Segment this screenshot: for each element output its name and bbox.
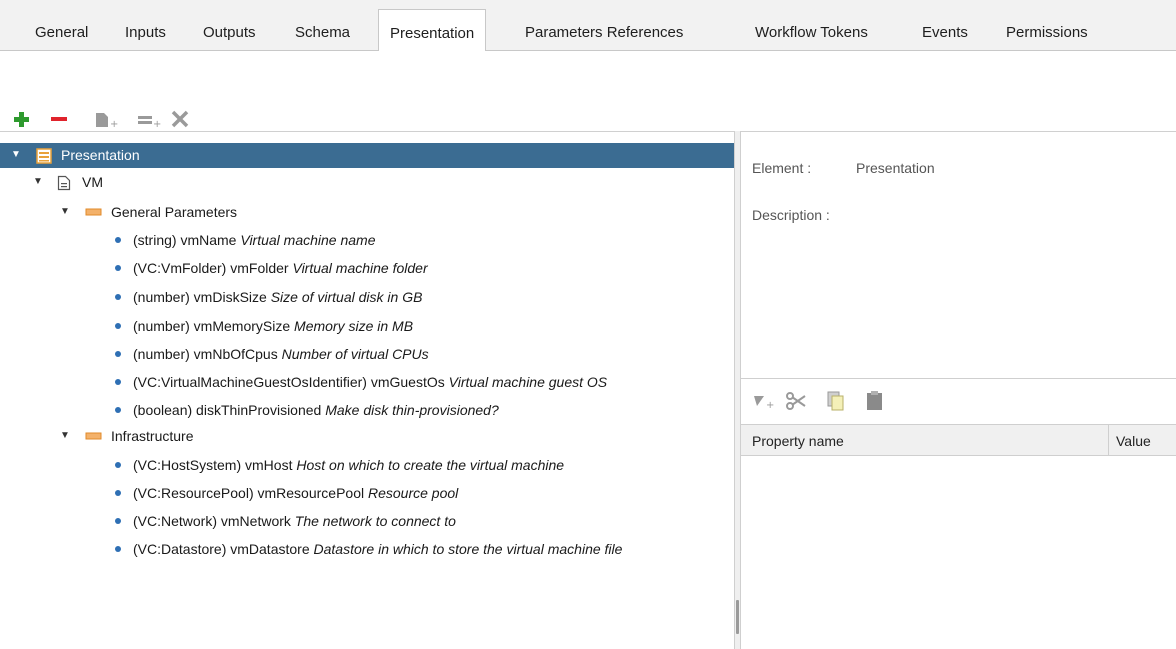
bullet-icon xyxy=(115,546,121,552)
tree-node-group[interactable]: ▼ Infrastructure xyxy=(0,424,734,449)
param-description: Datastore in which to store the virtual … xyxy=(313,541,623,557)
details-separator xyxy=(741,378,1176,379)
param-description: Host on which to create the virtual mach… xyxy=(296,457,565,473)
toolbar-separator xyxy=(0,131,1176,132)
bullet-icon xyxy=(115,518,121,524)
param-description: Virtual machine name xyxy=(240,232,376,248)
param-signature: (VC:VirtualMachineGuestOsIdentifier) vmG… xyxy=(133,374,445,390)
add-step-icon[interactable]: + xyxy=(93,110,119,128)
tree-node-label: General Parameters xyxy=(111,204,238,220)
tab-presentation[interactable]: Presentation xyxy=(378,9,487,51)
tab-schema[interactable]: Schema xyxy=(295,24,350,41)
tree-node-param[interactable]: (number) vmNbOfCpus Number of virtual CP… xyxy=(0,342,734,367)
expand-arrow-icon[interactable]: ▼ xyxy=(60,206,70,217)
param-description: The network to connect to xyxy=(294,513,456,529)
element-value: Presentation xyxy=(856,160,935,176)
group-icon xyxy=(85,432,102,440)
tab-outputs[interactable]: Outputs xyxy=(203,24,256,41)
tree-node-label: Infrastructure xyxy=(111,428,194,444)
param-description: Virtual machine guest OS xyxy=(448,374,608,390)
group-icon xyxy=(85,208,102,216)
param-signature: (string) vmName xyxy=(133,232,237,248)
tree-node-presentation[interactable]: ▼ Presentation xyxy=(0,143,734,168)
svg-text:+: + xyxy=(766,400,774,410)
splitter-grip[interactable] xyxy=(736,600,739,634)
tab-parameters-references[interactable]: Parameters References xyxy=(525,24,683,41)
element-label: Element : xyxy=(752,160,812,176)
param-signature: (VC:ResourcePool) vmResourcePool xyxy=(133,485,365,501)
bullet-icon xyxy=(115,379,121,385)
param-description: Make disk thin-provisioned? xyxy=(325,402,499,418)
tab-permissions[interactable]: Permissions xyxy=(1006,24,1088,41)
bullet-icon xyxy=(115,462,121,468)
tree-node-param[interactable]: (boolean) diskThinProvisioned Make disk … xyxy=(0,398,734,423)
tree-node-label: Presentation xyxy=(61,147,140,163)
copy-icon[interactable] xyxy=(826,390,846,412)
property-name-column[interactable]: Property name xyxy=(752,433,844,449)
cut-icon[interactable] xyxy=(785,391,807,411)
param-signature: (number) vmDiskSize xyxy=(133,289,267,305)
paste-icon[interactable] xyxy=(864,390,886,412)
param-description: Memory size in MB xyxy=(294,318,414,334)
tree-node-param[interactable]: (number) vmDiskSize Size of virtual disk… xyxy=(0,285,734,310)
tree-node-label: VM xyxy=(82,174,103,190)
pane-splitter[interactable] xyxy=(734,131,741,649)
bullet-icon xyxy=(115,294,121,300)
tree-node-param[interactable]: (VC:ResourcePool) vmResourcePool Resourc… xyxy=(0,481,734,506)
presentation-tree[interactable]: ▼ Presentation ▼ VM ▼ General Parameters… xyxy=(0,140,734,649)
column-divider[interactable] xyxy=(1108,424,1109,456)
param-description: Resource pool xyxy=(367,485,459,501)
bullet-icon xyxy=(115,407,121,413)
tab-general[interactable]: General xyxy=(35,24,88,41)
step-page-icon xyxy=(57,175,71,191)
svg-text:+: + xyxy=(110,119,118,128)
tab-inputs[interactable]: Inputs xyxy=(125,24,166,41)
tree-node-step[interactable]: ▼ VM xyxy=(0,170,734,195)
remove-icon[interactable] xyxy=(49,110,69,128)
tab-bar-divider xyxy=(0,50,1176,51)
bullet-icon xyxy=(115,351,121,357)
param-signature: (VC:VmFolder) vmFolder xyxy=(133,260,289,276)
svg-text:+: + xyxy=(153,119,161,128)
param-signature: (number) vmMemorySize xyxy=(133,318,291,334)
value-column[interactable]: Value xyxy=(1116,433,1151,449)
tab-events[interactable]: Events xyxy=(922,24,968,41)
delete-icon[interactable] xyxy=(170,109,190,129)
param-signature: (number) vmNbOfCpus xyxy=(133,346,278,362)
param-description: Number of virtual CPUs xyxy=(281,346,429,362)
presentation-icon xyxy=(36,148,52,164)
description-label: Description : xyxy=(752,207,830,223)
param-description: Size of virtual disk in GB xyxy=(270,289,423,305)
param-description: Virtual machine folder xyxy=(292,260,428,276)
expand-arrow-icon[interactable]: ▼ xyxy=(33,176,43,187)
add-icon[interactable] xyxy=(12,110,32,128)
bullet-icon xyxy=(115,323,121,329)
tab-workflow-tokens[interactable]: Workflow Tokens xyxy=(755,24,868,41)
expand-arrow-icon[interactable]: ▼ xyxy=(60,430,70,441)
tree-node-param[interactable]: (VC:VirtualMachineGuestOsIdentifier) vmG… xyxy=(0,370,734,395)
param-signature: (VC:Datastore) vmDatastore xyxy=(133,541,310,557)
bullet-icon xyxy=(115,265,121,271)
tree-node-group[interactable]: ▼ General Parameters xyxy=(0,200,734,225)
add-property-icon[interactable]: + xyxy=(752,392,776,410)
expand-arrow-icon[interactable]: ▼ xyxy=(11,149,21,160)
param-signature: (boolean) diskThinProvisioned xyxy=(133,402,322,418)
bullet-icon xyxy=(115,237,121,243)
bullet-icon xyxy=(115,490,121,496)
tree-node-param[interactable]: (VC:Network) vmNetwork The network to co… xyxy=(0,509,734,534)
param-signature: (VC:Network) vmNetwork xyxy=(133,513,291,529)
tree-node-param[interactable]: (VC:Datastore) vmDatastore Datastore in … xyxy=(0,537,734,562)
tree-node-param[interactable]: (VC:HostSystem) vmHost Host on which to … xyxy=(0,453,734,478)
properties-table-body[interactable] xyxy=(741,456,1176,649)
tree-node-param[interactable]: (number) vmMemorySize Memory size in MB xyxy=(0,314,734,339)
add-group-icon[interactable]: + xyxy=(136,110,162,128)
param-signature: (VC:HostSystem) vmHost xyxy=(133,457,293,473)
tree-node-param[interactable]: (string) vmName Virtual machine name xyxy=(0,228,734,253)
tree-node-param[interactable]: (VC:VmFolder) vmFolder Virtual machine f… xyxy=(0,256,734,281)
